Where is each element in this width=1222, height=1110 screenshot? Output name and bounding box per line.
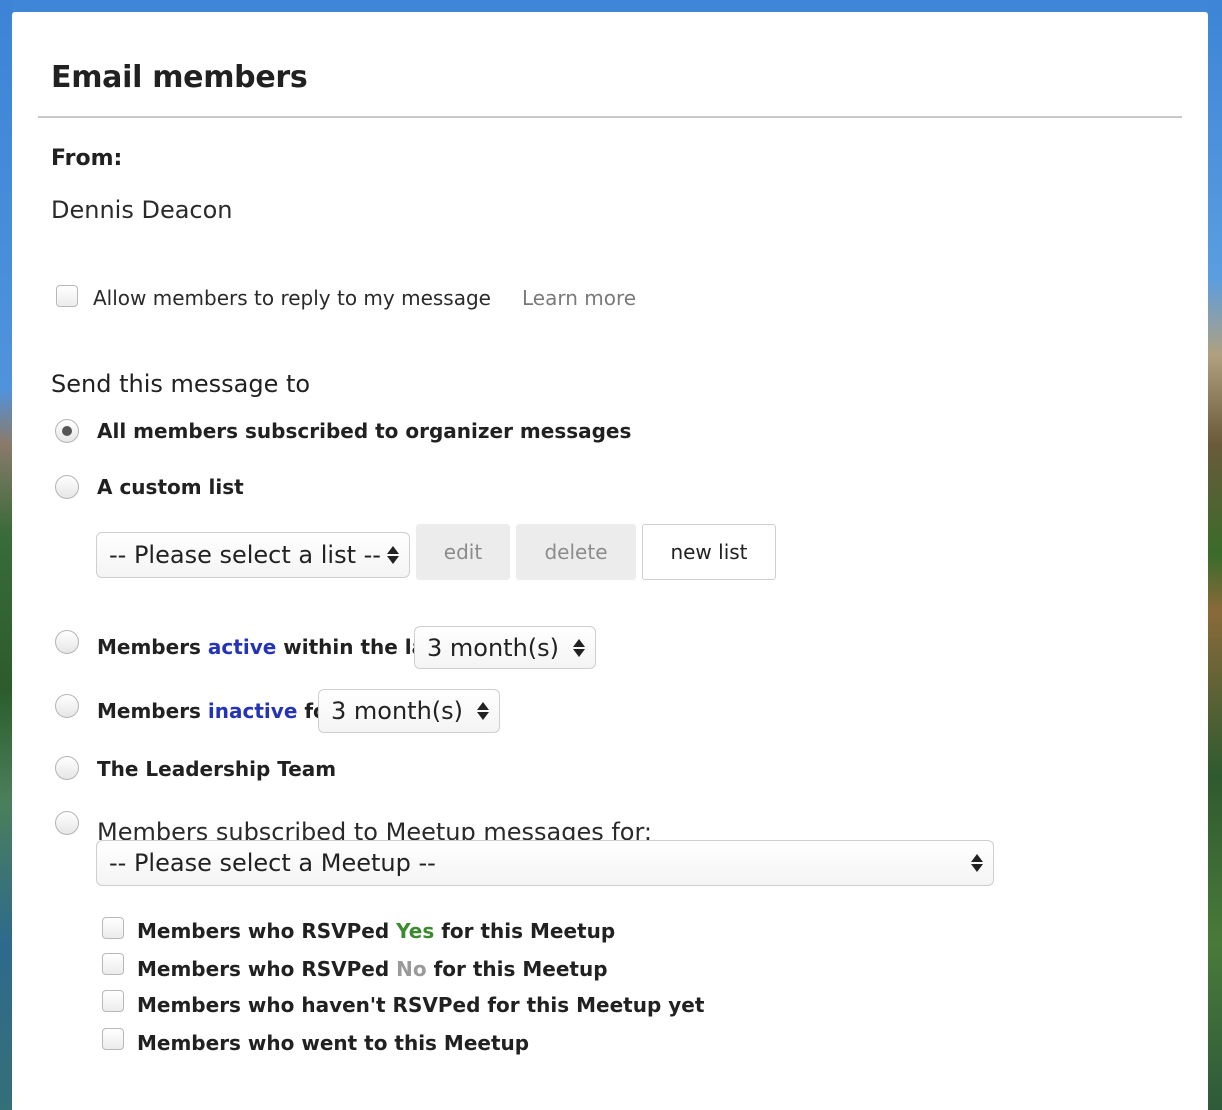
active-period-value: 3 month(s) [427, 633, 560, 662]
learn-more-link[interactable]: Learn more [522, 286, 636, 310]
rsvp-no-word: No [396, 957, 427, 981]
delete-list-button[interactable]: delete [516, 524, 636, 580]
send-to-heading: Send this message to [51, 370, 311, 398]
rsvp-yes-word: Yes [396, 919, 435, 943]
all-members-label: All members subscribed to organizer mess… [97, 419, 632, 443]
dialog-title: Email members [51, 60, 308, 95]
background-edge-right [1208, 0, 1222, 1110]
from-name: Dennis Deacon [51, 196, 233, 224]
select-arrows-icon [971, 854, 983, 872]
inactive-period-select[interactable]: 3 month(s) [318, 689, 500, 733]
background-edge-left [0, 0, 12, 1110]
custom-list-select-value: -- Please select a list -- [109, 541, 381, 569]
inactive-members-label: Members inactive for [97, 699, 337, 723]
rsvp-yes-text-post: for this Meetup [434, 919, 616, 943]
rsvp-no-text-pre: Members who RSVPed [137, 957, 397, 981]
went-label: Members who went to this Meetup [137, 1031, 530, 1055]
radio-custom-list[interactable] [55, 475, 79, 499]
allow-reply-checkbox[interactable] [56, 285, 78, 307]
meetup-select[interactable]: -- Please select a Meetup -- [96, 840, 994, 886]
not-rsvped-label: Members who haven't RSVPed for this Meet… [137, 993, 705, 1017]
active-members-label: Members active within the last [97, 635, 447, 659]
went-checkbox[interactable] [102, 1028, 124, 1050]
radio-leadership-team[interactable] [55, 756, 79, 780]
custom-list-select[interactable]: -- Please select a list -- [96, 532, 410, 578]
inactive-link[interactable]: inactive [208, 699, 297, 723]
radio-inactive-members[interactable] [55, 694, 79, 718]
inactive-period-value: 3 month(s) [331, 697, 464, 725]
new-list-button[interactable]: new list [642, 524, 776, 580]
rsvp-yes-label: Members who RSVPed Yes for this Meetup [137, 919, 615, 943]
rsvp-no-label: Members who RSVPed No for this Meetup [137, 957, 608, 981]
active-link[interactable]: active [208, 635, 276, 659]
active-period-select[interactable]: 3 month(s) [414, 626, 596, 669]
rsvp-no-text-post: for this Meetup [426, 957, 608, 981]
not-rsvped-checkbox[interactable] [102, 990, 124, 1012]
leadership-team-label: The Leadership Team [97, 757, 337, 781]
radio-active-members[interactable] [55, 630, 79, 654]
radio-all-members[interactable] [55, 419, 79, 443]
select-arrows-icon [387, 546, 399, 564]
select-arrows-icon [477, 702, 489, 720]
rsvp-yes-text-pre: Members who RSVPed [137, 919, 397, 943]
edit-list-button[interactable]: edit [416, 524, 510, 580]
meetup-select-value: -- Please select a Meetup -- [109, 849, 436, 877]
radio-meetup-subscribers[interactable] [55, 811, 79, 835]
inactive-text-pre: Members [97, 699, 208, 723]
email-members-dialog: Email members From: Dennis Deacon Allow … [12, 12, 1208, 1110]
from-label: From: [51, 146, 123, 171]
allow-reply-label: Allow members to reply to my message [93, 286, 491, 310]
title-divider [38, 116, 1182, 118]
custom-list-label: A custom list [97, 475, 244, 499]
rsvp-yes-checkbox[interactable] [102, 917, 124, 939]
rsvp-no-checkbox[interactable] [102, 953, 124, 975]
active-text-pre: Members [97, 635, 208, 659]
select-arrows-icon [573, 638, 585, 657]
